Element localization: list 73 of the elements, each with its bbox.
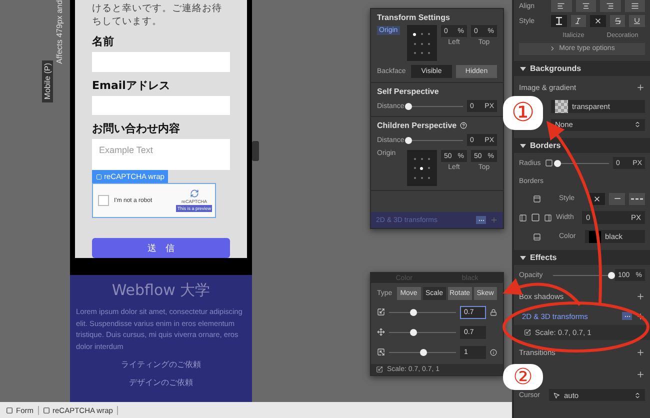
section-header[interactable]: Effects: [514, 250, 650, 265]
section-title: Children Perspective: [377, 121, 497, 130]
annotation-number: ②: [503, 364, 543, 390]
lock-icon[interactable]: [490, 308, 497, 316]
align-justify-icon[interactable]: [624, 0, 645, 12]
select-arrows-icon: [634, 392, 641, 398]
border-all-icon[interactable]: [531, 213, 540, 222]
border-top-icon[interactable]: [533, 194, 541, 202]
align-left-icon[interactable]: [551, 0, 572, 12]
pointer-icon: [553, 392, 560, 398]
square-icon: [96, 174, 102, 180]
border-bottom-icon[interactable]: [533, 232, 541, 240]
dashed-line-button[interactable]: [629, 192, 645, 204]
field-label: 名前: [92, 34, 115, 49]
field-label: Emailアドレス: [92, 78, 171, 93]
z-axis-icon: [377, 348, 385, 356]
chevron-right-icon: [549, 45, 556, 52]
origin-grid[interactable]: [407, 25, 437, 61]
recaptcha-checkbox[interactable]: [98, 195, 109, 206]
slider-thumb[interactable]: [420, 348, 426, 356]
square-icon: [6, 406, 13, 414]
transparent-swatch-icon: [555, 100, 568, 113]
resize-handle[interactable]: [252, 141, 259, 161]
slider-thumb[interactable]: [405, 102, 412, 110]
border-left-icon[interactable]: [519, 214, 527, 222]
solid-line-button[interactable]: [609, 192, 625, 204]
align-right-icon[interactable]: [600, 0, 620, 12]
input-field[interactable]: [92, 96, 230, 116]
regular-style-button[interactable]: [551, 15, 567, 27]
close-icon[interactable]: [590, 15, 606, 27]
slider-thumb[interactable]: [410, 308, 418, 316]
add-icon[interactable]: [636, 370, 645, 378]
more-button[interactable]: [622, 312, 632, 320]
dashed-line-icon: [631, 198, 643, 200]
info-icon[interactable]: [490, 348, 497, 356]
square-icon: [42, 406, 50, 414]
intro-text: けると幸いです。ご連絡お待ちしています。: [92, 2, 223, 28]
slider-thumb[interactable]: [554, 160, 561, 166]
breakpoint-note: Affects 479px and: [55, 0, 64, 64]
more-button[interactable]: [476, 216, 486, 224]
slider-thumb[interactable]: [410, 328, 418, 336]
align-center-icon[interactable]: [576, 0, 596, 12]
field-label: お問い合わせ内容: [92, 121, 181, 136]
footer-title: Webflow 大学: [112, 281, 210, 300]
recaptcha-logo-icon: [190, 189, 199, 198]
scale-icon: [376, 366, 383, 373]
text-cursor-icon: [556, 17, 562, 25]
x-axis-icon: [377, 308, 385, 316]
underline-icon[interactable]: [629, 15, 645, 27]
help-icon[interactable]: [460, 122, 467, 129]
input-field[interactable]: [92, 52, 230, 72]
footer-link[interactable]: デザインのご依頼: [129, 377, 193, 388]
strikethrough-icon[interactable]: [610, 15, 626, 27]
origin-grid[interactable]: [407, 150, 437, 186]
square-icon[interactable]: [545, 159, 553, 167]
footer-link[interactable]: ライティングのご依頼: [121, 359, 201, 370]
section-header[interactable]: Backgrounds: [514, 61, 650, 76]
submit-button[interactable]: 送 信: [92, 238, 230, 258]
panel-title: Transform Settings: [377, 13, 451, 22]
add-icon[interactable]: [636, 82, 645, 92]
add-icon[interactable]: [636, 348, 645, 356]
slider-thumb[interactable]: [608, 272, 615, 278]
y-axis-icon: [377, 328, 385, 336]
breakpoint-badge: Mobile (P): [42, 60, 53, 102]
section-header[interactable]: Borders: [514, 138, 650, 153]
add-icon[interactable]: [636, 292, 645, 300]
scale-icon: [524, 329, 531, 336]
italic-icon[interactable]: [570, 15, 586, 27]
slider-thumb[interactable]: [405, 136, 412, 144]
select-arrows-icon: [634, 121, 641, 128]
section-title: Self Perspective: [377, 87, 440, 96]
border-right-icon[interactable]: [544, 214, 552, 222]
annotation-number: ①: [503, 96, 543, 130]
